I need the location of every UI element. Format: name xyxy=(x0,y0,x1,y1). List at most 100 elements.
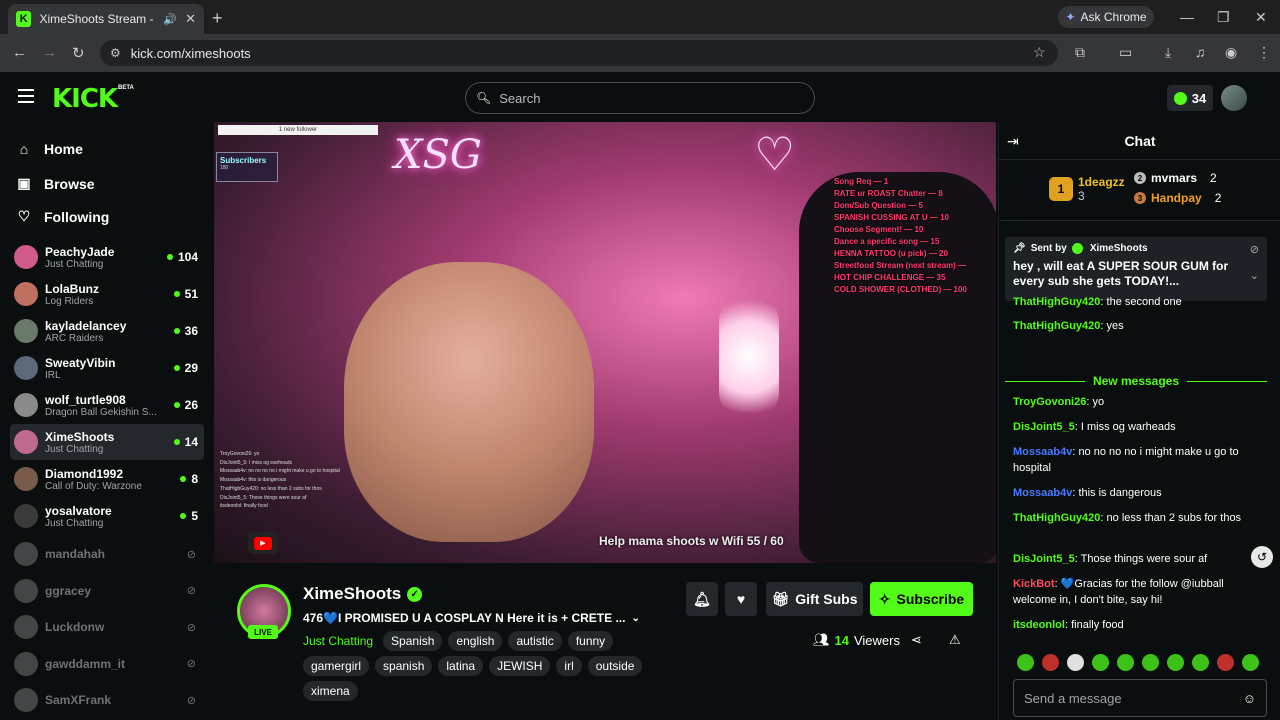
chat-username[interactable]: KickBot xyxy=(1013,578,1055,590)
close-window-icon[interactable]: ✕ xyxy=(1255,9,1267,26)
video-player[interactable]: XSG ♡ 1 new follower Subscribers 180 Son… xyxy=(214,122,996,563)
chat-message[interactable]: DisJoint5_5: I miss og warheads xyxy=(1013,419,1263,435)
sidebar-channel-offline[interactable]: Luckdonw ⊘ xyxy=(10,609,204,645)
subscribe-button[interactable]: ✧ Subscribe xyxy=(870,582,973,616)
chat-message[interactable]: DisJoint5_5: Those things were sour af xyxy=(1013,551,1263,567)
chevron-down-icon[interactable]: ⌄ xyxy=(631,613,639,624)
stream-tag[interactable]: irl xyxy=(556,656,582,676)
emote-icon[interactable] xyxy=(1117,654,1134,671)
emote-icon[interactable] xyxy=(1042,654,1059,671)
scroll-resume-icon[interactable]: ↺ xyxy=(1251,546,1273,568)
media-icon[interactable]: ♫ xyxy=(1195,44,1206,60)
chat-username[interactable]: DisJoint5_5 xyxy=(1013,553,1075,565)
bookmark-star-icon[interactable]: ☆ xyxy=(1033,44,1046,61)
chat-input[interactable] xyxy=(1024,690,1224,706)
chat-message[interactable]: KickBot: 💙Gracias for the follow @iubbal… xyxy=(1013,576,1263,608)
user-avatar[interactable] xyxy=(1221,85,1247,111)
profile-icon[interactable]: ◉ xyxy=(1225,44,1237,61)
pinned-message[interactable]: 📌︎ Sent by XimeShoots hey , will eat A S… xyxy=(1005,237,1267,301)
chrome-menu-icon[interactable]: ⋮ xyxy=(1257,44,1271,61)
new-tab-icon[interactable]: + xyxy=(212,8,223,29)
nav-following[interactable]: ♡ Following xyxy=(16,208,110,225)
maximize-icon[interactable]: ❐ xyxy=(1217,9,1230,26)
hamburger-menu-icon[interactable] xyxy=(18,89,34,103)
notification-bell-button[interactable]: 🔔︎ xyxy=(686,582,718,616)
emote-icon[interactable] xyxy=(1167,654,1184,671)
back-icon[interactable]: ← xyxy=(12,44,27,61)
sidebar-channel-offline[interactable]: mandahah ⊘ xyxy=(10,536,204,572)
site-info-icon[interactable]: ⚙ xyxy=(110,46,121,60)
address-bar[interactable]: ⚙ kick.com/ximeshoots xyxy=(100,40,1058,66)
chat-message[interactable]: ThatHighGuy420: no less than 2 subs for … xyxy=(1013,510,1263,526)
emote-icon[interactable] xyxy=(1017,654,1034,671)
stream-tag[interactable]: outside xyxy=(587,656,643,676)
sidebar-channel-offline[interactable]: SamXFrank ⊘ xyxy=(10,682,204,718)
audio-icon[interactable]: 🔊 xyxy=(163,13,177,26)
chat-message[interactable]: ThatHighGuy420: the second one xyxy=(1013,294,1263,310)
search-box[interactable]: 🔍︎ xyxy=(465,82,815,114)
sidebar-channel-offline[interactable]: gawddamm_it ⊘ xyxy=(10,646,204,682)
gift-subs-button[interactable]: 🎁︎ Gift Subs xyxy=(766,582,863,616)
emote-icon[interactable] xyxy=(1142,654,1159,671)
sidebar-channel-offline[interactable]: ggracey ⊘ xyxy=(10,573,204,609)
stream-tag[interactable]: gamergirl xyxy=(303,656,370,676)
sidebar-channel[interactable]: PeachyJade Just Chatting 104 xyxy=(10,239,204,275)
emoji-picker-icon[interactable]: ☺ xyxy=(1243,691,1256,706)
search-input[interactable] xyxy=(499,90,800,106)
report-icon[interactable]: ⚠ xyxy=(949,632,961,648)
sidebar-channel[interactable]: Diamond1992 Call of Duty: Warzone 8 xyxy=(10,461,204,497)
chat-input-box[interactable]: ☺ xyxy=(1013,679,1267,717)
stream-tag[interactable]: spanish xyxy=(375,656,433,676)
download-icon[interactable]: ⤓ xyxy=(1165,44,1171,61)
reload-icon[interactable]: ↻ xyxy=(72,44,85,62)
nav-browse[interactable]: ▣ Browse xyxy=(16,175,94,192)
chat-message[interactable]: TroyGovoni26: yo xyxy=(1013,394,1263,410)
extensions-icon[interactable]: ⧉ xyxy=(1075,44,1085,61)
sidebar-channel[interactable]: SweatyVibin IRL 29 xyxy=(10,350,204,386)
streamer-name[interactable]: XimeShoots xyxy=(303,584,401,604)
stream-tag[interactable]: JEWISH xyxy=(489,656,551,676)
chat-username[interactable]: ThatHighGuy420 xyxy=(1013,512,1100,524)
share-icon[interactable]: ⋖ xyxy=(911,632,922,648)
stream-tag[interactable]: funny xyxy=(567,631,614,651)
chat-username[interactable]: Mossaab4v xyxy=(1013,446,1072,458)
browser-tab[interactable]: K XimeShoots Stream - Watch 🔊 ✕ xyxy=(8,4,204,34)
sidebar-channel[interactable]: wolf_turtle908 Dragon Ball Gekishin S... 2… xyxy=(10,387,204,423)
chat-message[interactable]: ThatHighGuy420: yes xyxy=(1013,318,1263,334)
ask-chrome-button[interactable]: ✦ Ask Chrome xyxy=(1058,6,1154,28)
chat-message[interactable]: Mossaab4v: this is dangerous xyxy=(1013,485,1263,501)
emote-icon[interactable] xyxy=(1192,654,1209,671)
stream-tag[interactable]: english xyxy=(448,631,503,651)
chat-message[interactable]: Mossaab4v: no no no no i might make u go… xyxy=(1013,444,1263,476)
minimize-icon[interactable]: — xyxy=(1180,9,1194,25)
emote-icon[interactable] xyxy=(1067,654,1084,671)
chat-username[interactable]: ThatHighGuy420 xyxy=(1013,296,1100,308)
chat-username[interactable]: Mossaab4v xyxy=(1013,487,1072,499)
emote-icon[interactable] xyxy=(1092,654,1109,671)
kicks-balance[interactable]: 34 xyxy=(1167,85,1213,111)
nav-home[interactable]: ⌂ Home xyxy=(16,141,83,157)
emote-icon[interactable] xyxy=(1217,654,1234,671)
stream-category[interactable]: Just Chatting xyxy=(303,631,373,651)
follow-button[interactable]: ♥ xyxy=(725,582,757,616)
stream-tag[interactable]: Spanish xyxy=(383,631,443,651)
kick-logo[interactable]: KICK xyxy=(52,84,118,114)
tab-close-icon[interactable]: ✕ xyxy=(185,11,196,27)
chat-username[interactable]: TroyGovoni26 xyxy=(1013,396,1086,408)
stream-tag[interactable]: latina xyxy=(438,656,484,676)
chat-username[interactable]: itsdeonlol xyxy=(1013,619,1065,631)
expand-pinned-icon[interactable]: ⌄ xyxy=(1250,269,1259,282)
chat-message[interactable]: itsdeonlol: finally food xyxy=(1013,617,1263,633)
emote-icon[interactable] xyxy=(1242,654,1259,671)
chat-username[interactable]: DisJoint5_5 xyxy=(1013,421,1075,433)
stream-tag[interactable]: autistic xyxy=(508,631,562,651)
sidebar-channel[interactable]: XimeShoots Just Chatting 14 xyxy=(10,424,204,460)
sidebar-channel[interactable]: kayladelancey ARC Raiders 36 xyxy=(10,313,204,349)
sidebar-channel[interactable]: LolaBunz Log Riders 51 xyxy=(10,276,204,312)
chat-username[interactable]: ThatHighGuy420 xyxy=(1013,320,1100,332)
cast-icon[interactable]: ▭ xyxy=(1119,44,1132,61)
sidebar-channel[interactable]: yosalvatore Just Chatting 5 xyxy=(10,498,204,534)
forward-icon[interactable]: → xyxy=(42,44,57,61)
unpin-icon[interactable]: ⊘ xyxy=(1250,243,1259,256)
stream-tag[interactable]: ximena xyxy=(303,681,358,701)
